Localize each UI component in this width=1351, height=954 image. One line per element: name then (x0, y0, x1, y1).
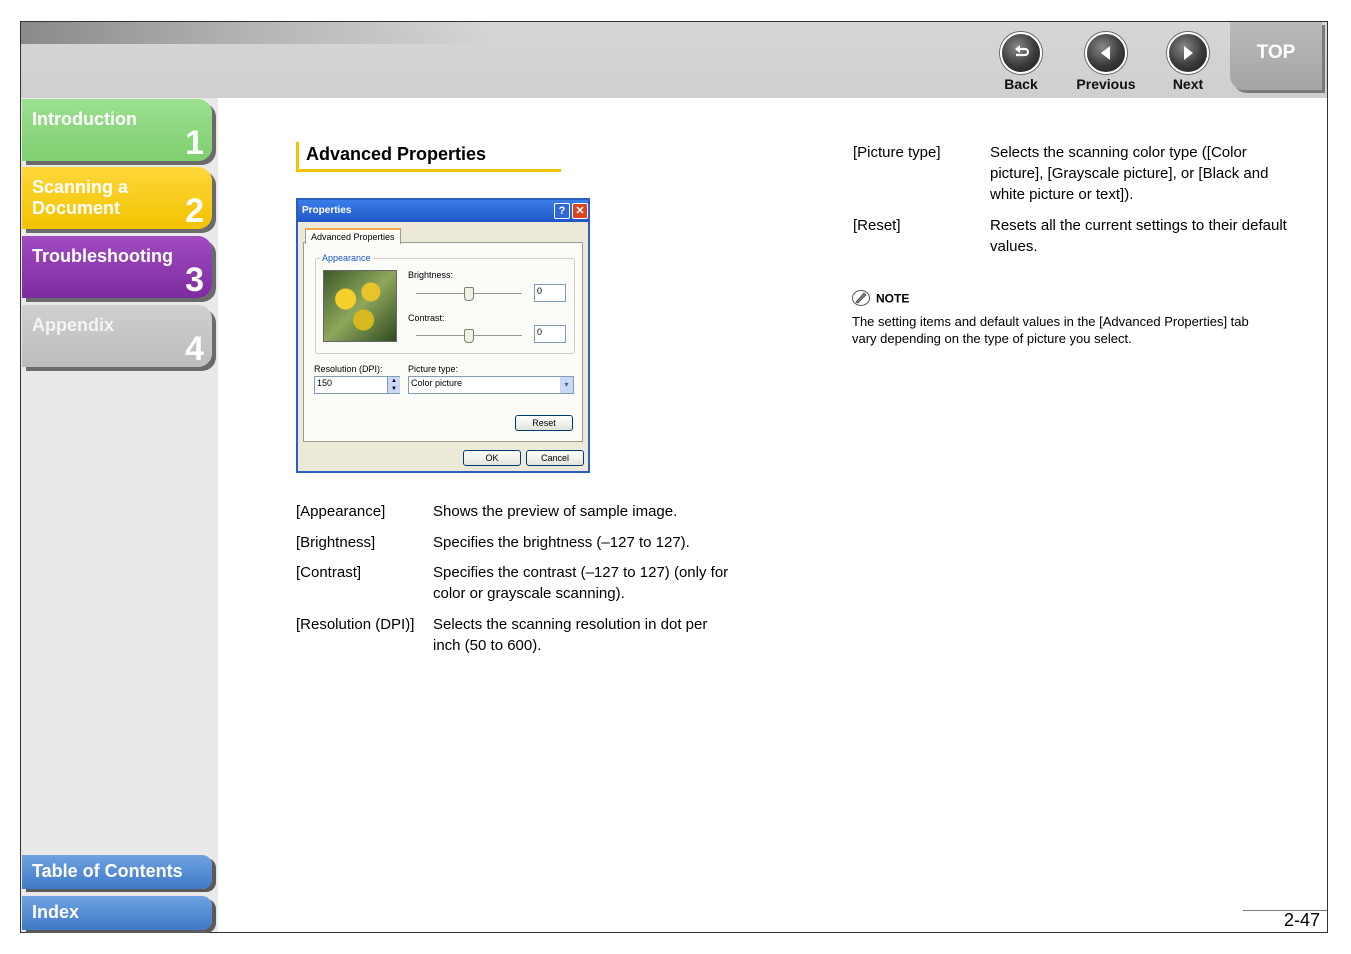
next-button[interactable]: Next (1153, 32, 1223, 92)
note-heading: NOTE (852, 290, 909, 309)
ok-button[interactable]: OK (463, 450, 521, 466)
dialog-title: Properties (298, 200, 588, 222)
previous-label: Previous (1076, 76, 1136, 92)
appearance-group-label: Appearance (320, 253, 373, 263)
tab-advanced-properties[interactable]: Advanced Properties (305, 228, 401, 244)
cancel-button[interactable]: Cancel (526, 450, 584, 466)
next-icon (1167, 32, 1209, 74)
reset-button[interactable]: Reset (515, 415, 573, 431)
back-button[interactable]: Back (986, 32, 1056, 92)
preview-image (323, 270, 397, 342)
note-line1: The setting items and default values in … (852, 314, 1249, 329)
term: [Resolution (DPI)] (296, 616, 415, 633)
brightness-slider-handle[interactable] (464, 287, 474, 301)
description: Specifies the brightness (–127 to 127). (433, 534, 690, 551)
previous-button[interactable]: Previous (1071, 32, 1141, 92)
index-label: Index (32, 902, 80, 922)
description-line1: Selects the scanning resolution in dot p… (433, 616, 708, 633)
description-line2: inch (50 to 600). (433, 637, 542, 654)
chapter-label: Appendix (32, 315, 115, 335)
pencil-icon (852, 290, 870, 309)
chapter-number: 2 (185, 192, 204, 230)
chapter-label: Scanning a Document (32, 177, 128, 219)
chapter-tab-scanning[interactable]: Scanning a Document 2 (22, 167, 212, 230)
description-line2: color or grayscale scanning). (433, 585, 625, 602)
page-number: 2-47 (1283, 910, 1320, 930)
chapter-label: Introduction (32, 109, 137, 129)
description-line1: Specifies the contrast (–127 to 127) (on… (433, 564, 729, 581)
chapter-label-line2: Document (32, 198, 121, 218)
index-button[interactable]: Index (22, 896, 212, 930)
chapter-tab-troubleshooting[interactable]: Troubleshooting 3 (22, 236, 212, 299)
back-label: Back (1004, 76, 1038, 92)
top-button[interactable]: TOP (1230, 22, 1322, 90)
description: Shows the preview of sample image. (433, 503, 678, 520)
page-title: Advanced Properties (296, 142, 561, 172)
contrast-label: Contrast: (408, 313, 445, 323)
note-label: NOTE (876, 291, 910, 306)
help-icon[interactable]: ? (554, 203, 570, 219)
next-label: Next (1172, 76, 1204, 92)
properties-dialog: Properties ? ✕ Advanced Properties Appea… (296, 198, 590, 473)
previous-icon (1085, 32, 1127, 74)
term: [Appearance] (296, 503, 386, 520)
stepper-arrows-icon[interactable]: ▲ ▼ (387, 377, 400, 393)
note-line2: vary depending on the type of picture yo… (852, 331, 1132, 346)
contrast-field[interactable]: 0 (534, 325, 566, 343)
description-line1: Selects the scanning color type ([Color (990, 144, 1247, 161)
chapter-label: Troubleshooting (32, 246, 173, 266)
chapter-tab-appendix[interactable]: Appendix 4 (22, 305, 212, 368)
description-line1: Resets all the current settings to their… (990, 217, 1287, 234)
toc-label: Table of Contents (32, 861, 183, 881)
brightness-field[interactable]: 0 (534, 284, 566, 302)
close-icon[interactable]: ✕ (572, 203, 588, 219)
term: [Picture type] (853, 144, 941, 161)
chapter-label-line1: Scanning a (32, 177, 129, 197)
table-of-contents-button[interactable]: Table of Contents (22, 855, 212, 889)
contrast-slider-handle[interactable] (464, 329, 474, 343)
chevron-down-icon[interactable]: ▾ (560, 377, 573, 393)
term: [Contrast] (296, 564, 362, 581)
brightness-label: Brightness: (408, 270, 454, 280)
description-line3: white picture or text]). (990, 186, 1134, 203)
chapter-number: 4 (185, 330, 204, 368)
chapter-number: 1 (185, 124, 204, 162)
back-icon (1000, 32, 1042, 74)
term: [Reset] (853, 217, 901, 234)
picture-type-select[interactable]: Color picture (408, 376, 574, 394)
term: [Brightness] (296, 534, 376, 551)
top-label: TOP (1256, 42, 1296, 63)
chapter-number: 3 (185, 261, 204, 299)
description-line2: picture], [Grayscale picture], or [Black… (990, 165, 1269, 182)
resolution-label: Resolution (DPI): (314, 364, 383, 374)
description-line2: values. (990, 238, 1038, 255)
chapter-tab-introduction[interactable]: Introduction 1 (22, 99, 212, 162)
note-body: The setting items and default values in … (852, 313, 1302, 347)
picture-type-label: Picture type: (408, 364, 459, 374)
